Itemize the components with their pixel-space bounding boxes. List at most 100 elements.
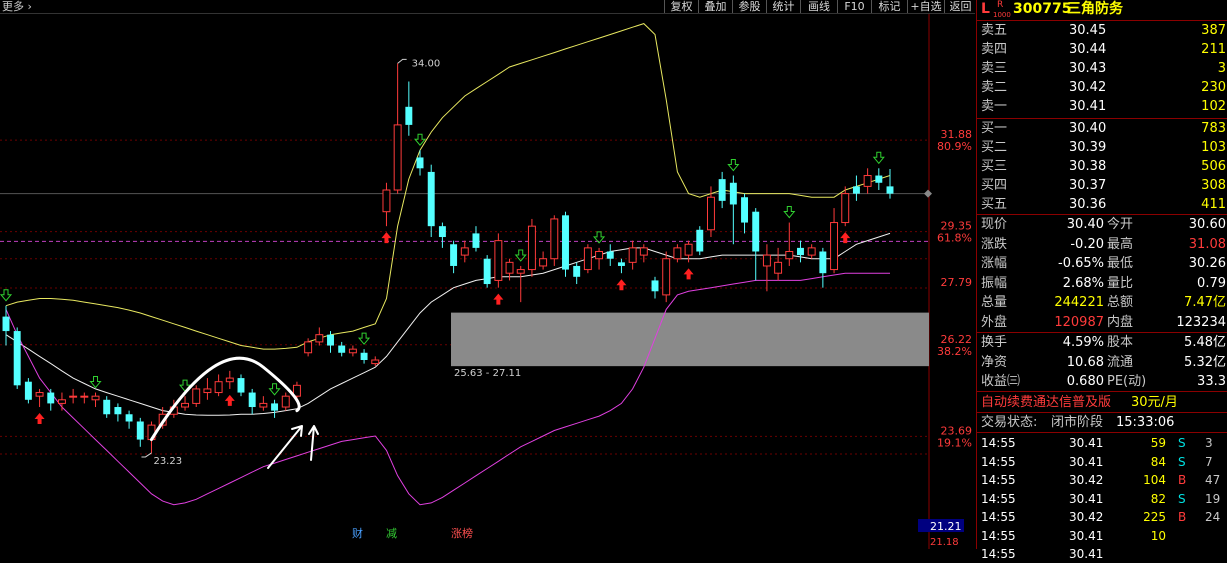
shares-button[interactable]: 参股: [732, 0, 766, 13]
stat-label: 涨幅: [981, 256, 1008, 271]
trade-state-value: 闭市阶段: [1051, 415, 1104, 430]
tick-row[interactable]: 14:55 30.41 82 S 19: [977, 490, 1227, 508]
kline-chart[interactable]: 31.8880.9%29.3561.8%27.7926.2238.2%23.69…: [0, 0, 975, 549]
bid-label: 买一: [981, 121, 1008, 136]
ask-row[interactable]: 卖五 30.45 387: [977, 21, 1227, 40]
tick-row[interactable]: 14:55 30.41: [977, 545, 1227, 563]
candle-body: [841, 193, 850, 224]
candle-body: [516, 269, 525, 274]
candle-body: [47, 392, 55, 404]
tick-direction: S: [1178, 491, 1186, 506]
candle-body: [797, 247, 804, 256]
fund-label-2: 流通: [1107, 354, 1134, 370]
stat-label: 涨跌: [981, 236, 1008, 252]
bid-row[interactable]: 买五 30.36 411: [977, 195, 1227, 214]
adjust-button[interactable]: 复权: [664, 0, 698, 13]
tick-row[interactable]: 14:55 30.41 59 S 3: [977, 434, 1227, 452]
stat-row: 现价 30.40 今开 30.60: [977, 215, 1227, 234]
stock-header: L R 1000 300775 三角防务: [977, 0, 1227, 19]
ask-label: 卖五: [981, 23, 1008, 38]
candle-body: [35, 392, 44, 397]
ask-row[interactable]: 卖一 30.41 102: [977, 97, 1227, 116]
candle-body: [192, 388, 201, 404]
tick-price: 30.41: [1069, 436, 1104, 450]
stock-code: 300775: [1013, 1, 1072, 17]
tick-row[interactable]: 14:55 30.41 10: [977, 527, 1227, 545]
back-button[interactable]: 返回: [944, 0, 976, 13]
bid-row[interactable]: 买二 30.39 103: [977, 138, 1227, 157]
ask-label: 卖一: [981, 99, 1008, 114]
candle-body: [450, 244, 458, 266]
candle-body: [2, 316, 10, 332]
tick-time: 14:55: [981, 436, 1016, 450]
stat-value: 2.68%: [1062, 275, 1104, 291]
draw-line-button[interactable]: 画线: [800, 0, 837, 13]
tick-row[interactable]: 14:55 30.42 225 B 24: [977, 508, 1227, 526]
tick-count: 3: [1205, 436, 1213, 450]
buy-signal-arrow: [34, 413, 45, 425]
ask-volume: 230: [1201, 80, 1226, 95]
bid-row[interactable]: 买四 30.37 308: [977, 176, 1227, 195]
candle-body: [628, 247, 637, 263]
promo-text[interactable]: 自动续费通达信普及版: [981, 393, 1111, 412]
high-label: 34.00: [412, 58, 441, 69]
sell-signal-arrow: [727, 159, 740, 172]
candle-body: [718, 179, 726, 201]
kline-chart-area[interactable]: 31.88 80.9% 29.35 61.8% 27.79 26.22 38.2% 23.69…: [0, 0, 975, 549]
tick-time: 14:55: [981, 547, 1016, 561]
tick-time: 14:55: [981, 491, 1016, 506]
promo-row[interactable]: 自动续费通达信普及版 30元/月: [977, 393, 1227, 412]
fund-value: 10.68: [1066, 354, 1104, 370]
bid-row[interactable]: 买三 30.38 506: [977, 157, 1227, 176]
axis-pct-label: 80.9%: [937, 140, 972, 153]
ask-row[interactable]: 卖二 30.42 230: [977, 78, 1227, 97]
ask-label: 卖三: [981, 61, 1008, 76]
tick-row[interactable]: 14:55 30.41 84 S 7: [977, 453, 1227, 471]
candle-body: [203, 388, 212, 394]
candle-body: [706, 196, 715, 231]
tick-volume: 225: [1143, 510, 1166, 524]
tick-count: 7: [1205, 454, 1213, 469]
candle-body: [438, 226, 446, 238]
overlay-button[interactable]: 叠加: [698, 0, 732, 13]
tick-volume: 59: [1150, 436, 1166, 450]
candle-body: [405, 106, 413, 125]
more-label: 更多: [2, 0, 24, 13]
promo-price[interactable]: 30元/月: [1131, 393, 1178, 412]
trade-state-time: 15:33:06: [1116, 415, 1175, 430]
stat-row: 涨幅 -0.65% 最低 30.26: [977, 254, 1227, 273]
tick-time: 14:55: [981, 473, 1016, 487]
candle-body: [819, 251, 827, 274]
candle-body: [382, 189, 391, 213]
candle-body: [472, 233, 480, 248]
tick-row[interactable]: 14:55 30.42 104 B 47: [977, 471, 1227, 489]
support-zone: [451, 312, 929, 367]
fund-value: 0.680: [1066, 374, 1104, 389]
mode-label[interactable]: L: [981, 0, 990, 19]
ask-row[interactable]: 卖三 30.43 3: [977, 59, 1227, 78]
bid-row[interactable]: 买一 30.40 783: [977, 119, 1227, 138]
tick-price: 30.41: [1069, 528, 1104, 543]
fund-value-2: 5.32亿: [1184, 354, 1226, 370]
candle-body: [348, 348, 357, 354]
statistics-button[interactable]: 统计: [766, 0, 800, 13]
candle-body: [181, 402, 190, 408]
add-watchlist-button[interactable]: +自选: [907, 0, 944, 13]
fund-value: 4.59%: [1062, 335, 1104, 350]
tick-volume: 10: [1150, 528, 1166, 543]
tick-direction: B: [1178, 510, 1187, 524]
f10-button[interactable]: F10: [837, 0, 871, 13]
sell-signal-arrow: [783, 206, 796, 219]
candle-body: [57, 399, 66, 404]
ask-price: 30.45: [1069, 23, 1107, 38]
stat-label-2: 内盘: [1107, 314, 1134, 330]
ask-row[interactable]: 卖四 30.44 211: [977, 40, 1227, 59]
ask-volume: 102: [1201, 99, 1226, 114]
drawn-arrow-2: [308, 425, 319, 461]
tick-volume: 82: [1150, 491, 1166, 506]
candle-body: [281, 395, 290, 408]
mark-button[interactable]: 标记: [871, 0, 907, 13]
bid-volume: 783: [1201, 121, 1226, 136]
more-button[interactable]: 更多 ›: [2, 0, 32, 13]
candle-body: [852, 186, 860, 194]
